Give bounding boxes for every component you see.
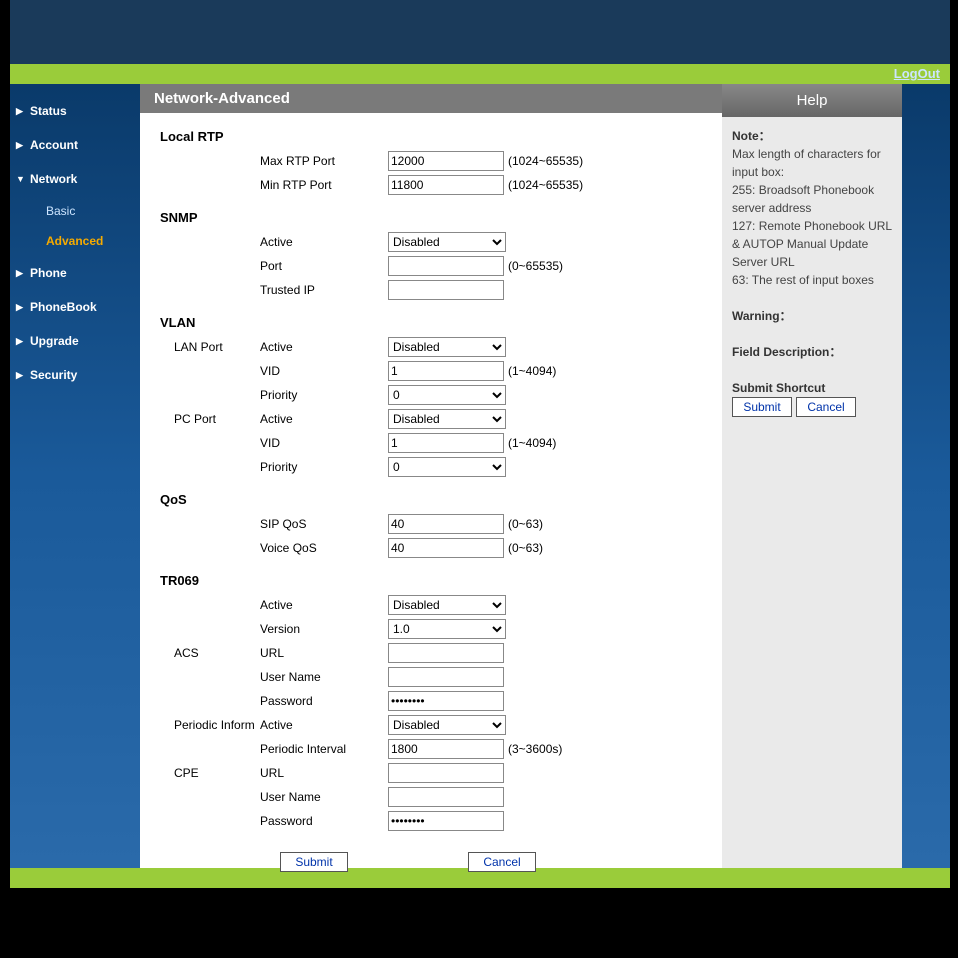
section-vlan: VLAN bbox=[160, 309, 702, 336]
input-min-rtp-port[interactable] bbox=[388, 175, 504, 195]
input-acs-pass[interactable] bbox=[388, 691, 504, 711]
input-pc-vid[interactable] bbox=[388, 433, 504, 453]
help-panel: Help Note： Max length of characters for … bbox=[722, 84, 902, 868]
select-pc-active[interactable]: Disabled bbox=[388, 409, 506, 429]
label-acs: ACS bbox=[160, 646, 260, 660]
input-snmp-port[interactable] bbox=[388, 256, 504, 276]
sidebar: Status Account Network Basic Advanced Ph… bbox=[10, 84, 140, 868]
top-bar: LogOut bbox=[10, 64, 950, 84]
help-note-3: 127: Remote Phonebook URL & AUTOP Manual… bbox=[732, 217, 892, 271]
content-area: Network-Advanced Local RTP Max RTP Port … bbox=[140, 84, 902, 868]
label-pc-vid: VID bbox=[260, 436, 388, 450]
label-lan-active: Active bbox=[260, 340, 388, 354]
select-pc-priority[interactable]: 0 bbox=[388, 457, 506, 477]
label-lan-vid: VID bbox=[260, 364, 388, 378]
hint-voice-qos: (0~63) bbox=[508, 541, 543, 555]
page-title: Network-Advanced bbox=[140, 84, 722, 113]
hint-lan-vid: (1~4094) bbox=[508, 364, 556, 378]
select-snmp-active[interactable]: Disabled bbox=[388, 232, 506, 252]
select-lan-active[interactable]: Disabled bbox=[388, 337, 506, 357]
cancel-button[interactable]: Cancel bbox=[468, 852, 536, 872]
section-qos: QoS bbox=[160, 486, 702, 513]
select-lan-priority[interactable]: 0 bbox=[388, 385, 506, 405]
help-shortcut-head: Submit Shortcut bbox=[732, 379, 892, 397]
section-local-rtp: Local RTP bbox=[160, 123, 702, 150]
nav-upgrade[interactable]: Upgrade bbox=[10, 324, 140, 358]
right-edge bbox=[902, 84, 950, 868]
label-tr069-version: Version bbox=[260, 622, 388, 636]
help-submit-button[interactable]: Submit bbox=[732, 397, 792, 417]
input-cpe-pass[interactable] bbox=[388, 811, 504, 831]
hint-max-rtp: (1024~65535) bbox=[508, 154, 583, 168]
nav-network-basic[interactable]: Basic bbox=[10, 196, 140, 226]
select-tr069-version[interactable]: 1.0 bbox=[388, 619, 506, 639]
help-field-desc-head: Field Description： bbox=[732, 343, 892, 361]
hint-min-rtp: (1024~65535) bbox=[508, 178, 583, 192]
hint-pc-vid: (1~4094) bbox=[508, 436, 556, 450]
nav-status[interactable]: Status bbox=[10, 94, 140, 128]
label-voice-qos: Voice QoS bbox=[260, 541, 388, 555]
main-form: Network-Advanced Local RTP Max RTP Port … bbox=[140, 84, 722, 868]
help-title: Help bbox=[722, 84, 902, 117]
label-acs-url: URL bbox=[260, 646, 388, 660]
nav-phone[interactable]: Phone bbox=[10, 256, 140, 290]
label-cpe: CPE bbox=[160, 766, 260, 780]
submit-button[interactable]: Submit bbox=[280, 852, 348, 872]
logout-link[interactable]: LogOut bbox=[894, 66, 940, 81]
label-snmp-active: Active bbox=[260, 235, 388, 249]
help-warning-head: Warning： bbox=[732, 307, 892, 325]
label-sip-qos: SIP QoS bbox=[260, 517, 388, 531]
nav-phonebook[interactable]: PhoneBook bbox=[10, 290, 140, 324]
label-periodic-interval: Periodic Interval bbox=[260, 742, 388, 756]
label-periodic-inform: Periodic Inform bbox=[160, 718, 260, 732]
label-snmp-port: Port bbox=[260, 259, 388, 273]
nav-network[interactable]: Network bbox=[10, 162, 140, 196]
label-cpe-pass: Password bbox=[260, 814, 388, 828]
label-tr069-active: Active bbox=[260, 598, 388, 612]
label-pc-active: Active bbox=[260, 412, 388, 426]
input-snmp-trusted-ip[interactable] bbox=[388, 280, 504, 300]
section-tr069: TR069 bbox=[160, 567, 702, 594]
input-acs-url[interactable] bbox=[388, 643, 504, 663]
input-acs-user[interactable] bbox=[388, 667, 504, 687]
label-pc-port: PC Port bbox=[160, 412, 260, 426]
section-snmp: SNMP bbox=[160, 204, 702, 231]
help-cancel-button[interactable]: Cancel bbox=[796, 397, 856, 417]
hint-snmp-port: (0~65535) bbox=[508, 259, 563, 273]
help-note-head: Note： bbox=[732, 127, 892, 145]
nav-security[interactable]: Security bbox=[10, 358, 140, 392]
help-note-4: 63: The rest of input boxes bbox=[732, 271, 892, 289]
input-sip-qos[interactable] bbox=[388, 514, 504, 534]
select-tr069-active[interactable]: Disabled bbox=[388, 595, 506, 615]
hint-sip-qos: (0~63) bbox=[508, 517, 543, 531]
hint-periodic-interval: (3~3600s) bbox=[508, 742, 562, 756]
label-snmp-trusted-ip: Trusted IP bbox=[260, 283, 388, 297]
label-periodic-active: Active bbox=[260, 718, 388, 732]
label-acs-pass: Password bbox=[260, 694, 388, 708]
input-cpe-user[interactable] bbox=[388, 787, 504, 807]
input-lan-vid[interactable] bbox=[388, 361, 504, 381]
nav-account[interactable]: Account bbox=[10, 128, 140, 162]
header-banner bbox=[10, 0, 950, 64]
label-cpe-url: URL bbox=[260, 766, 388, 780]
label-cpe-user: User Name bbox=[260, 790, 388, 804]
input-cpe-url[interactable] bbox=[388, 763, 504, 783]
select-periodic-active[interactable]: Disabled bbox=[388, 715, 506, 735]
label-acs-user: User Name bbox=[260, 670, 388, 684]
label-pc-priority: Priority bbox=[260, 460, 388, 474]
input-max-rtp-port[interactable] bbox=[388, 151, 504, 171]
nav-network-advanced[interactable]: Advanced bbox=[10, 226, 140, 256]
label-min-rtp-port: Min RTP Port bbox=[260, 178, 388, 192]
label-max-rtp-port: Max RTP Port bbox=[260, 154, 388, 168]
label-lan-port: LAN Port bbox=[160, 340, 260, 354]
input-periodic-interval[interactable] bbox=[388, 739, 504, 759]
help-note-1: Max length of characters for input box: bbox=[732, 145, 892, 181]
label-lan-priority: Priority bbox=[260, 388, 388, 402]
help-note-2: 255: Broadsoft Phonebook server address bbox=[732, 181, 892, 217]
input-voice-qos[interactable] bbox=[388, 538, 504, 558]
